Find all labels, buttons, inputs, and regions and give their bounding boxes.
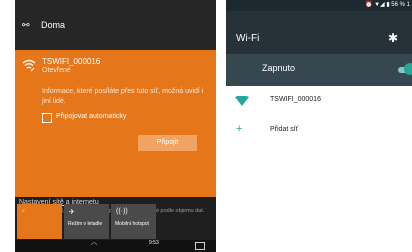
status-bar: ⏰ ▼◢ ▮ 56 % 1 [226, 0, 412, 11]
current-network-label: Doma [41, 20, 66, 30]
taskbar-clock[interactable]: 9:53 [149, 240, 159, 246]
app-bar: Wi-Fi ✱ [226, 11, 412, 54]
hotspot-icon: ((·)) [116, 208, 128, 215]
wifi-toggle-label: Zapnuto [262, 63, 296, 73]
open-network-warning: Informace, které posíláte přes tuto síť,… [42, 88, 204, 105]
auto-connect-checkbox[interactable] [42, 113, 52, 123]
page-title: Wi-Fi [236, 33, 260, 44]
notification-icon[interactable] [195, 242, 205, 250]
wifi-signal-icon [235, 96, 249, 106]
auto-connect-label: Připojovat automaticky [56, 113, 127, 120]
android-wifi-settings: ⏰ ▼◢ ▮ 56 % 1 Wi-Fi ✱ Zapnuto TSWIFI_000… [226, 0, 412, 252]
wifi-secure-icon [22, 59, 36, 72]
wifi-toggle-row[interactable]: Zapnuto [226, 54, 412, 86]
taskbar-wifi-icon[interactable]: ◠ [91, 241, 97, 249]
network-ssid: TSWIFI_000016 [42, 57, 101, 66]
network-globe-icon: ⚯ [22, 20, 30, 30]
network-status: Otevřené [42, 67, 71, 74]
wifi-switch-knob[interactable] [404, 63, 412, 75]
plus-icon: + [236, 123, 243, 135]
add-network-label: Přidat síť [270, 126, 299, 133]
airplane-icon: ✈ [69, 209, 75, 216]
tile-mobile-hotspot[interactable]: ((·)) Mobilní hotspot [111, 204, 156, 239]
network-ssid: TSWIFI_000016 [270, 96, 321, 103]
tile-hotspot-label: Mobilní hotspot [115, 221, 149, 227]
current-network-header[interactable]: ⚯ Doma [15, 0, 216, 50]
network-list-item[interactable]: TSWIFI_000016 [226, 86, 412, 116]
status-bar-indicators: ⏰ ▼◢ ▮ 56 % 1 [364, 2, 410, 8]
gear-icon[interactable]: ✱ [388, 31, 398, 45]
add-network-item[interactable]: + Přidat síť [226, 116, 412, 142]
tile-airplane-mode[interactable]: ✈ Režim v letadle [64, 204, 109, 239]
connect-button[interactable]: Připojit [138, 135, 197, 151]
windows-network-flyout: ⚯ Doma TSWIFI_000016 Otevřené Informace,… [15, 0, 216, 252]
taskbar: ◠ 9:53 [15, 240, 216, 252]
tile-airplane-label: Režim v letadle [68, 221, 103, 227]
wifi-network-card[interactable]: TSWIFI_000016 Otevřené Informace, které … [15, 50, 216, 197]
wifi-icon: ◜ [22, 209, 25, 216]
tile-wifi[interactable]: ◜ [17, 204, 62, 239]
